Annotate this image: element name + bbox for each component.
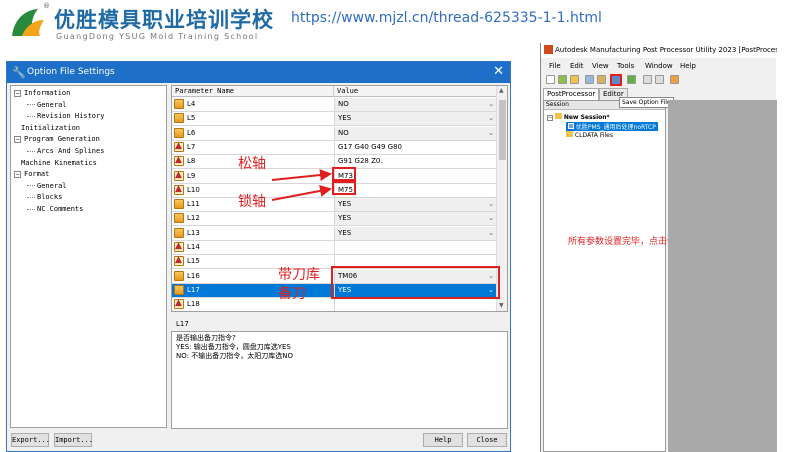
menu-edit[interactable]: Edit: [570, 62, 584, 70]
session-tree-node[interactable]: − New Session*: [547, 113, 610, 121]
post-file-icon: [568, 123, 574, 129]
save-option-file-icon[interactable]: [610, 74, 622, 86]
cut-icon[interactable]: [643, 75, 652, 84]
run-icon[interactable]: [627, 75, 636, 84]
menu-file[interactable]: File: [549, 62, 561, 70]
new-file-icon[interactable]: [546, 75, 555, 84]
arrow-to-l9: [271, 169, 332, 181]
post-file-name: 优胜PMS_通用后处理noRTCP: [575, 124, 656, 131]
menu-window[interactable]: Window: [645, 62, 673, 70]
folder-icon[interactable]: [570, 75, 579, 84]
settings-icon[interactable]: [670, 75, 679, 84]
autodesk-app-icon: [544, 45, 553, 54]
session-name: New Session*: [563, 114, 610, 121]
menu-help[interactable]: Help: [680, 62, 696, 70]
arrow-to-l10: [271, 184, 332, 201]
post-processor-window: Autodesk Manufacturing Post Processor Ut…: [540, 43, 777, 452]
folder-icon: [566, 131, 573, 137]
menu-tools[interactable]: Tools: [617, 62, 634, 70]
cldata-node[interactable]: CLDATA Files: [566, 131, 613, 139]
session-panel: Session − New Session* 优胜PMS_通用后处理noRTCP…: [543, 100, 685, 452]
menu-view[interactable]: View: [592, 62, 609, 70]
post-file-node[interactable]: 优胜PMS_通用后处理noRTCP: [566, 122, 658, 131]
tab-postprocessor[interactable]: PostProcessor: [543, 88, 600, 100]
folder-icon: [554, 113, 562, 119]
expander-icon[interactable]: −: [547, 115, 553, 121]
post-window-titlebar: Autodesk Manufacturing Post Processor Ut…: [541, 43, 777, 58]
open-icon[interactable]: [558, 75, 567, 84]
copy-icon[interactable]: [655, 75, 664, 84]
save-icon[interactable]: [585, 75, 594, 84]
open-option-icon[interactable]: [597, 75, 606, 84]
toolbar: [541, 74, 777, 88]
workspace-area: [668, 100, 777, 452]
cldata-label: CLDATA Files: [574, 132, 613, 139]
post-window-title: Autodesk Manufacturing Post Processor Ut…: [555, 46, 777, 54]
menu-bar: File Edit View Tools Window Help: [541, 60, 777, 73]
save-option-tooltip: Save Option File: [619, 97, 674, 108]
